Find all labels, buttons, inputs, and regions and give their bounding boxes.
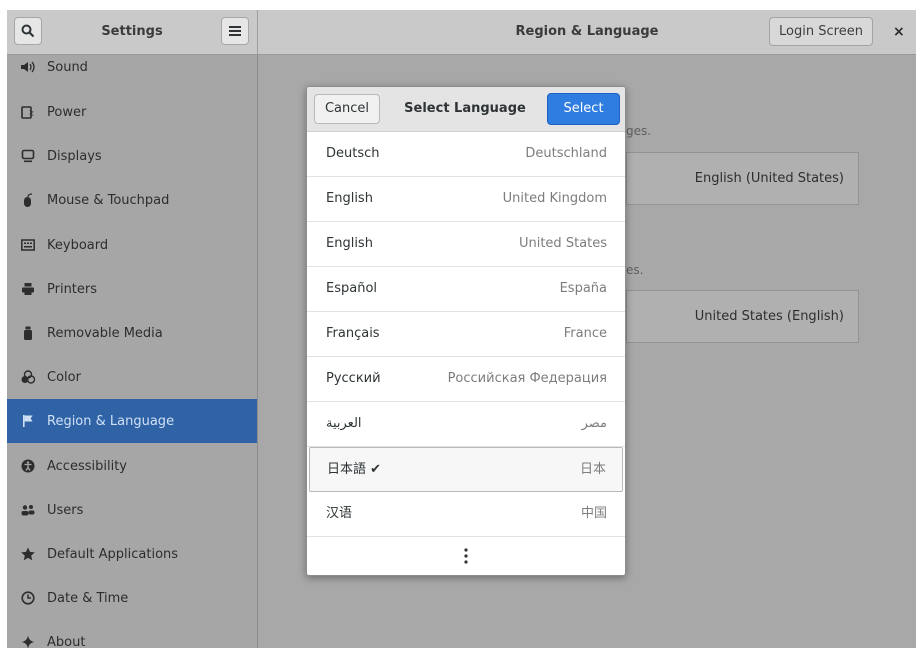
sidebar-item-default-applications[interactable]: Default Applications [7,532,257,576]
cancel-button[interactable]: Cancel [314,94,380,124]
language-region: Российская Федерация [447,371,607,386]
language-name: العربية [326,416,362,431]
language-name: 日本語 ✔ [327,462,382,477]
keyboard-icon [21,238,35,252]
plus-sparkle-icon [21,635,35,648]
color-icon [21,370,35,384]
display-icon [21,149,35,163]
language-list-item[interactable]: Deutsch Deutschland [307,132,625,177]
language-list-item[interactable]: English United Kingdom [307,177,625,222]
language-region: United Kingdom [502,191,607,206]
sidebar-item-sound[interactable]: Sound [7,45,257,89]
language-list-item[interactable]: Русский Российская Федерация [307,357,625,402]
language-value: English (United States) [694,171,844,186]
mouse-icon [21,193,35,207]
language-list-item[interactable]: العربية مصر [307,402,625,447]
sidebar-item-keyboard[interactable]: Keyboard [7,223,257,267]
more-languages-button[interactable] [307,536,625,575]
sidebar-item-label: Displays [47,148,102,164]
sidebar-item-power[interactable]: Power [7,90,257,134]
printer-icon [21,282,35,296]
flag-icon [21,414,35,428]
sidebar-item-printers[interactable]: Printers [7,267,257,311]
language-name: Español [326,281,378,296]
language-name: Deutsch [326,146,380,161]
login-screen-button[interactable]: Login Screen [769,17,873,46]
formats-row[interactable]: United States (English) [626,290,859,343]
sidebar-item-label: Removable Media [47,325,163,341]
accessibility-icon [21,459,35,473]
language-region: France [563,326,607,341]
language-name: English [326,236,373,251]
panel-description-fragment: ges. [626,124,652,138]
hamburger-menu-icon [229,26,241,36]
language-list-item-selected[interactable]: 日本語 ✔ 日本 [309,447,623,492]
language-name: English [326,191,373,206]
dialog-header: Cancel Select Language Select [307,87,625,132]
sidebar-item-about[interactable]: About [7,620,257,648]
language-list-item[interactable]: English United States [307,222,625,267]
sidebar-item-label: Power [47,104,87,120]
select-language-dialog: Cancel Select Language Select Deutsch De… [306,86,626,576]
language-list-item[interactable]: Español España [307,267,625,312]
formats-value: United States (English) [694,309,844,324]
language-list-item[interactable]: Français France [307,312,625,357]
dialog-title: Select Language [404,101,526,116]
sidebar-item-label: Keyboard [47,237,109,253]
battery-icon [21,105,35,119]
sidebar-item-label: Date & Time [47,590,129,606]
language-region: Deutschland [525,146,607,161]
sidebar-item-mouse-touchpad[interactable]: Mouse & Touchpad [7,178,257,222]
usb-icon [21,326,35,340]
language-list-item[interactable]: 汉语 中国 [307,492,625,537]
sidebar-item-label: About [47,634,86,648]
clock-icon [21,591,35,605]
language-region: 日本 [579,462,606,477]
language-name: 汉语 [326,506,353,521]
language-row[interactable]: English (United States) [626,152,859,205]
sidebar-item-label: Color [47,369,81,385]
sidebar-item-color[interactable]: Color [7,355,257,399]
sidebar-item-removable-media[interactable]: Removable Media [7,311,257,355]
language-region: United States [518,236,607,251]
sidebar-item-label: Users [47,502,84,518]
speaker-icon [21,60,35,74]
star-icon [21,547,35,561]
sidebar-item-date-time[interactable]: Date & Time [7,576,257,620]
sidebar-item-region-language[interactable]: Region & Language [7,399,257,443]
sidebar-item-label: Default Applications [47,546,179,562]
language-region: مصر [581,416,607,431]
sidebar-item-accessibility[interactable]: Accessibility [7,444,257,488]
language-region: España [559,281,607,296]
sidebar-item-label: Mouse & Touchpad [47,192,170,208]
language-name: Русский [326,371,381,386]
sidebar-item-label: Region & Language [47,413,175,429]
sidebar-item-displays[interactable]: Displays [7,134,257,178]
select-button[interactable]: Select [547,93,620,125]
sidebar-item-label: Sound [47,59,88,75]
sidebar-item-users[interactable]: Users [7,488,257,532]
users-icon [21,503,35,517]
sidebar-item-label: Printers [47,281,98,297]
close-icon[interactable]: × [893,10,905,54]
language-region: 中国 [580,506,607,521]
sidebar-item-label: Accessibility [47,458,127,474]
sidebar: Sound Power Displays Mouse & Touchpad Ke… [7,55,258,648]
formats-description-fragment: es. [626,263,644,277]
language-name: Français [326,326,380,341]
vertical-ellipsis-icon [464,548,468,564]
menu-button[interactable] [221,17,249,45]
